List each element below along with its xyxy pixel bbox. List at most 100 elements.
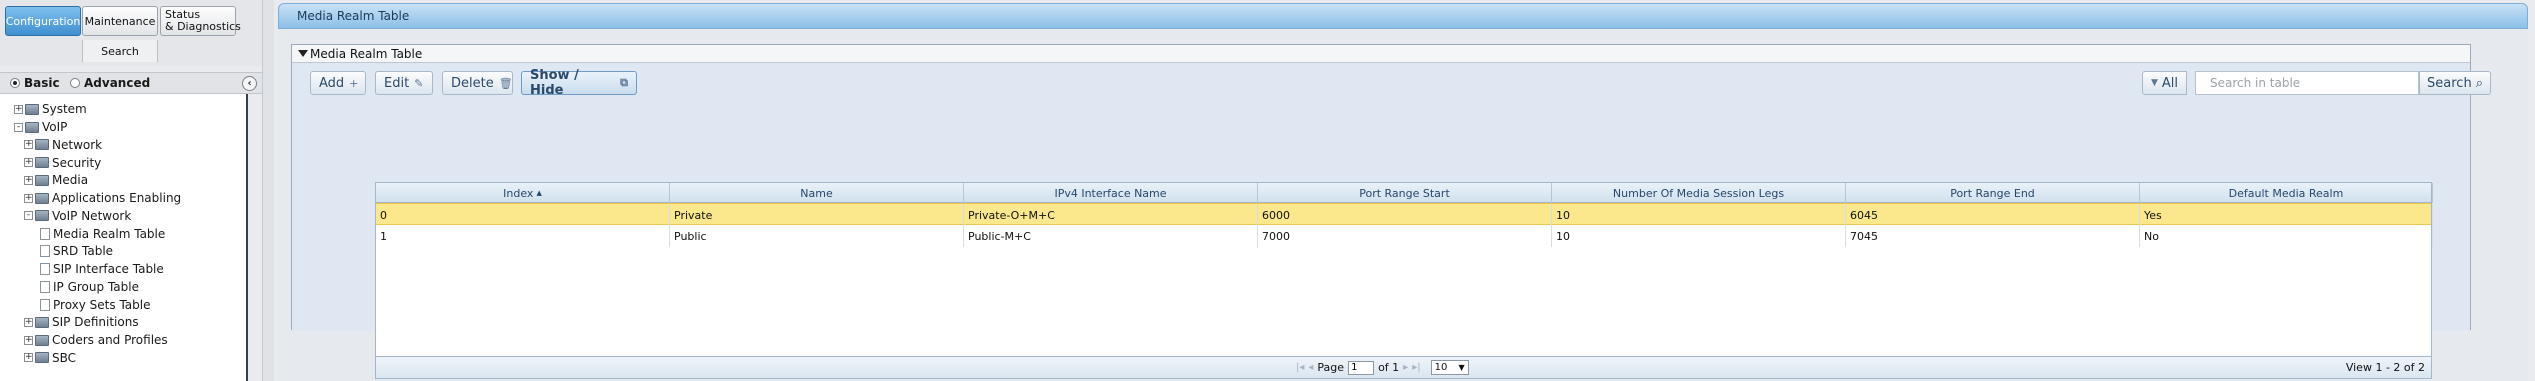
- next-page-icon[interactable]: ▸: [1403, 362, 1408, 373]
- table-cell: 10: [1552, 225, 1846, 247]
- tree-item-label: Network: [52, 137, 103, 152]
- table-row[interactable]: 0 Private Private-O+M+C 6000 10 6045 Yes: [376, 203, 2433, 226]
- tree-item-srd-table[interactable]: SRD Table: [40, 243, 113, 259]
- plus-icon: +: [349, 76, 359, 90]
- panel-title-bar[interactable]: Media Realm Table: [292, 45, 2470, 63]
- last-page-icon[interactable]: ▸|: [1412, 362, 1420, 373]
- folder-icon: [35, 352, 49, 364]
- expand-icon[interactable]: +: [24, 317, 33, 327]
- table-cell: No: [2140, 225, 2433, 247]
- tree-item-network[interactable]: + Network: [24, 137, 102, 153]
- column-header-name[interactable]: Name: [670, 183, 964, 203]
- tree-item-label: System: [42, 102, 87, 117]
- tab-status-diagnostics[interactable]: Status & Diagnostics: [160, 6, 241, 36]
- tree-item-applications-enabling[interactable]: + Applications Enabling: [24, 190, 181, 206]
- expand-icon[interactable]: +: [24, 175, 33, 185]
- tree-item-ip-group-table[interactable]: IP Group Table: [40, 279, 139, 295]
- basic-label: Basic: [24, 76, 60, 90]
- tree-item-sip-interface-table[interactable]: SIP Interface Table: [40, 261, 164, 277]
- search-tab-button[interactable]: Search: [82, 40, 158, 62]
- tree-item-security[interactable]: + Security: [24, 155, 101, 171]
- column-header-label: Default Media Realm: [2228, 186, 2344, 200]
- tab-maintenance[interactable]: Maintenance: [82, 6, 158, 36]
- search-icon: ⌕: [2475, 75, 2483, 91]
- tree-item-voip[interactable]: - VoIP: [14, 119, 67, 135]
- collapse-icon[interactable]: -: [24, 211, 33, 221]
- chevron-down-icon: ▼: [1458, 363, 1465, 372]
- tree-item-sbc[interactable]: + SBC: [24, 350, 76, 366]
- column-header-index[interactable]: Index ▲: [376, 183, 670, 203]
- column-header-ipv4-interface-name[interactable]: IPv4 Interface Name: [964, 183, 1258, 203]
- expand-icon[interactable]: +: [24, 140, 33, 150]
- rows-per-page-select[interactable]: 10 ▼: [1430, 360, 1469, 375]
- tree-item-label: SIP Definitions: [52, 315, 139, 330]
- tab-configuration[interactable]: Configuration: [5, 6, 81, 36]
- prev-page-icon[interactable]: ◂: [1308, 362, 1313, 373]
- table-cell: Yes: [2140, 204, 2433, 226]
- column-header-label: Name: [800, 186, 833, 200]
- page-header: Media Realm Table: [278, 3, 2528, 29]
- column-header-label: Port Range End: [1950, 186, 2035, 200]
- all-label: All: [2161, 75, 2179, 91]
- page-icon: [40, 280, 50, 293]
- expand-icon[interactable]: +: [14, 104, 23, 114]
- tree-item-media-realm-table[interactable]: Media Realm Table: [40, 226, 165, 242]
- column-header-label: Index: [503, 186, 534, 200]
- show-hide-button[interactable]: Show / Hide ⧉: [521, 68, 637, 98]
- tree-item-label: Proxy Sets Table: [53, 297, 151, 312]
- trash-icon: 🗑: [498, 76, 513, 90]
- edit-label: Edit: [384, 75, 410, 91]
- mode-selector: Basic Advanced ‹: [0, 72, 262, 94]
- folder-icon: [35, 174, 49, 186]
- table-cell: Public-M+C: [964, 225, 1258, 247]
- collapse-icon[interactable]: -: [14, 122, 23, 132]
- tree-item-voip-network[interactable]: - VoIP Network: [24, 208, 131, 224]
- tree-item-system[interactable]: + System: [14, 101, 87, 117]
- filter-all-dropdown[interactable]: ▼ All: [2142, 71, 2187, 95]
- tree-item-media[interactable]: + Media: [24, 172, 88, 188]
- tree-item-coders-and-profiles[interactable]: + Coders and Profiles: [24, 332, 168, 348]
- tree-item-label: Media Realm Table: [53, 226, 166, 241]
- folder-icon: [25, 121, 39, 133]
- tree-item-label: SBC: [52, 350, 77, 365]
- caret-down-icon[interactable]: [298, 50, 308, 57]
- tree-item-label: SRD Table: [53, 244, 114, 259]
- column-header-default-media-realm[interactable]: Default Media Realm: [2140, 183, 2433, 203]
- delete-button[interactable]: Delete 🗑: [442, 71, 513, 95]
- column-header-port-range-end[interactable]: Port Range End: [1846, 183, 2140, 203]
- pencil-icon: ✎: [414, 76, 424, 90]
- first-page-icon[interactable]: |◂: [1296, 362, 1304, 373]
- table-cell: 6045: [1846, 204, 2140, 226]
- media-realm-table: Index ▲ Name IPv4 Interface Name Port Range …: [375, 182, 2433, 379]
- navigation-tree: + System - VoIP + Network + Security + Media + Appl…: [0, 94, 248, 381]
- add-button[interactable]: Add +: [310, 71, 366, 95]
- tree-item-label: VoIP Network: [52, 208, 132, 223]
- advanced-radio[interactable]: [70, 78, 80, 88]
- table-cell: 0: [376, 204, 670, 226]
- edit-button[interactable]: Edit ✎: [375, 71, 433, 95]
- folder-icon: [35, 316, 49, 328]
- page-number-input[interactable]: [1348, 360, 1375, 375]
- table-row[interactable]: 1 Public Public-M+C 7000 10 7045 No: [376, 225, 2433, 247]
- pane-splitter[interactable]: [262, 0, 274, 381]
- expand-icon[interactable]: +: [24, 335, 33, 345]
- search-button[interactable]: Search ⌕: [2419, 71, 2491, 95]
- column-header-port-range-start[interactable]: Port Range Start: [1258, 183, 1552, 203]
- caret-down-icon: ▼: [2150, 78, 2158, 88]
- table-cell: 1: [376, 225, 670, 247]
- tree-item-label: Coders and Profiles: [52, 333, 168, 348]
- tree-item-sip-definitions[interactable]: + SIP Definitions: [24, 314, 139, 330]
- view-info: View 1 - 2 of 2: [2345, 361, 2425, 374]
- table-cell: 7045: [1846, 225, 2140, 247]
- tree-item-proxy-sets-table[interactable]: Proxy Sets Table: [40, 297, 151, 313]
- table-cell: Private: [670, 204, 964, 226]
- basic-radio[interactable]: [10, 78, 20, 88]
- page-count: of 1: [1378, 361, 1400, 374]
- expand-icon[interactable]: +: [24, 158, 33, 168]
- search-input[interactable]: [2195, 71, 2419, 95]
- chevron-left-icon[interactable]: ‹: [242, 76, 257, 91]
- expand-icon[interactable]: +: [24, 353, 33, 363]
- column-header-number-of-media-session-legs[interactable]: Number Of Media Session Legs: [1552, 183, 1846, 203]
- expand-icon[interactable]: +: [24, 193, 33, 203]
- column-header-label: IPv4 Interface Name: [1054, 186, 1167, 200]
